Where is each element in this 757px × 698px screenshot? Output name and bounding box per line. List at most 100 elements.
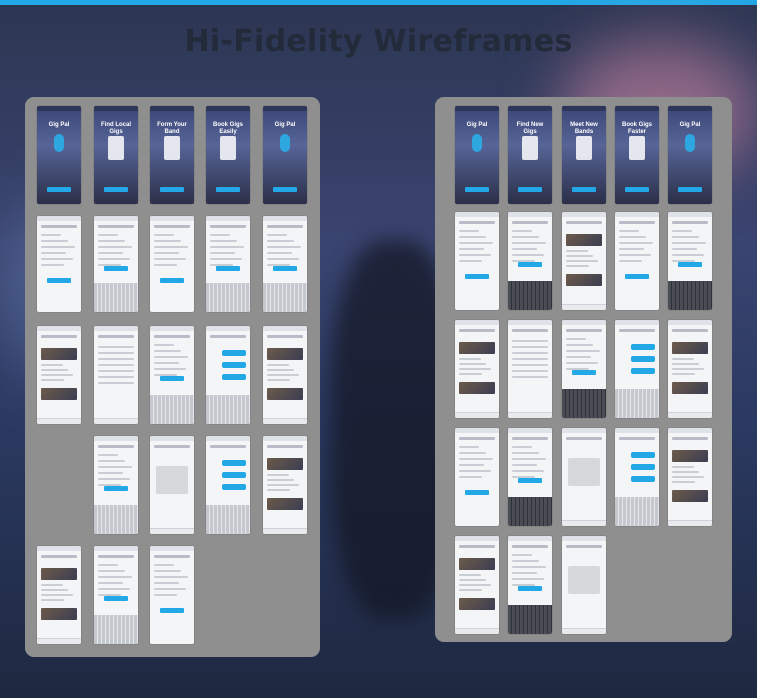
text-line — [267, 246, 301, 248]
text-line — [512, 446, 532, 448]
wireframe-screen — [150, 436, 194, 534]
text-line — [619, 260, 642, 262]
text-line — [154, 362, 179, 364]
cta-button — [625, 187, 649, 192]
text-line — [566, 362, 598, 364]
chat-bubble — [222, 472, 246, 478]
keyboard — [615, 496, 659, 526]
wireframe-screen — [615, 428, 659, 526]
status-bar — [37, 216, 81, 221]
submit-button — [572, 370, 596, 375]
text-line — [459, 584, 491, 586]
wireframe-screen — [150, 326, 194, 424]
wireframe-screen — [455, 536, 499, 634]
text-line — [672, 230, 692, 232]
text-line — [459, 476, 482, 478]
wireframe-screen — [668, 428, 712, 526]
text-line — [512, 242, 546, 244]
text-line — [154, 252, 179, 254]
chat-bubble — [222, 350, 246, 356]
keyboard — [206, 394, 250, 424]
screen-header — [512, 437, 548, 440]
top-accent-bar — [0, 0, 757, 5]
status-bar — [668, 428, 712, 433]
status-bar — [508, 428, 552, 433]
text-line — [98, 564, 118, 566]
text-line — [459, 373, 482, 375]
text-line — [512, 572, 537, 574]
text-line — [619, 230, 639, 232]
screen-header — [210, 225, 246, 228]
keyboard — [508, 496, 552, 526]
hero-title: Find Local Gigs — [101, 122, 131, 135]
screen-header — [512, 545, 548, 548]
screen-header — [566, 329, 602, 332]
keyboard — [206, 283, 250, 312]
text-line — [154, 594, 177, 596]
phone-mockup — [164, 136, 180, 160]
screen-header — [98, 225, 134, 228]
text-line — [619, 248, 644, 250]
cta-button — [47, 187, 71, 192]
submit-button — [625, 274, 649, 279]
submit-button — [47, 278, 71, 283]
dialog-box — [568, 458, 600, 486]
keyboard — [668, 280, 712, 310]
text-line — [566, 265, 589, 267]
text-line — [566, 338, 586, 340]
text-line — [267, 374, 299, 376]
text-line — [672, 481, 695, 483]
text-line — [459, 574, 481, 576]
keyboard — [562, 388, 606, 418]
post-image — [41, 568, 77, 580]
cta-button — [160, 187, 184, 192]
cta-button — [216, 187, 240, 192]
screen-header — [98, 335, 134, 338]
wireframe-screen — [263, 436, 307, 534]
status-bar — [37, 326, 81, 331]
submit-button — [273, 266, 297, 271]
text-line — [98, 570, 125, 572]
text-line — [154, 570, 181, 572]
text-line — [672, 254, 704, 256]
text-line — [459, 242, 493, 244]
text-line — [210, 246, 244, 248]
wireframe-screen: Book Gigs Easily — [206, 106, 250, 204]
status-bar — [455, 536, 499, 541]
submit-button — [518, 262, 542, 267]
status-bar — [455, 320, 499, 325]
cta-button — [678, 187, 702, 192]
text-line — [98, 454, 118, 456]
text-line — [459, 358, 481, 360]
status-bar — [150, 326, 194, 331]
chat-bubble — [222, 460, 246, 466]
chat-bubble — [631, 356, 655, 362]
chat-bubble — [222, 484, 246, 490]
text-line — [459, 446, 479, 448]
calendar-row — [98, 364, 134, 366]
wireframe-screen: Book Gigs Faster — [615, 106, 659, 204]
text-line — [98, 246, 132, 248]
text-line — [98, 234, 118, 236]
wireframe-screen — [508, 536, 552, 634]
wireframe-screen: Gig Pal — [668, 106, 712, 204]
status-bar — [455, 106, 499, 111]
text-line — [98, 252, 123, 254]
text-line — [267, 474, 289, 476]
text-line — [566, 350, 600, 352]
screen-header — [98, 445, 134, 448]
text-line — [459, 368, 491, 370]
text-line — [98, 576, 132, 578]
status-bar — [37, 106, 81, 111]
submit-button — [465, 274, 489, 279]
text-line — [154, 356, 188, 358]
wireframe-screen — [562, 428, 606, 526]
submit-button — [104, 486, 128, 491]
text-line — [98, 472, 123, 474]
dialog-box — [568, 566, 600, 594]
text-line — [566, 250, 588, 252]
screen-header — [154, 445, 190, 448]
text-line — [672, 466, 694, 468]
status-bar — [668, 320, 712, 325]
screen-header — [41, 555, 77, 558]
